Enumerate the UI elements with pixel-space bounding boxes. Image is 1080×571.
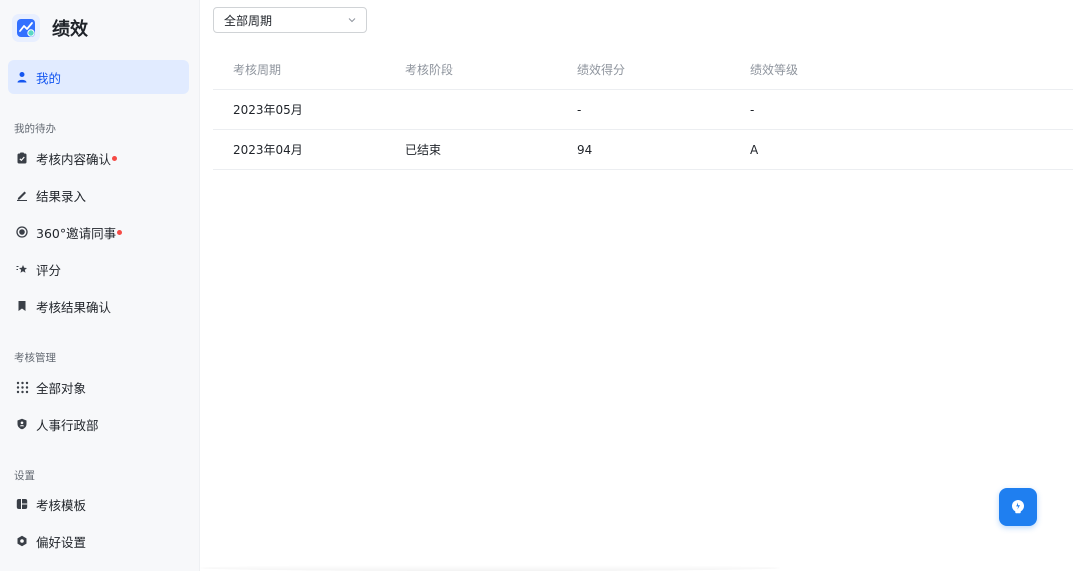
notification-dot: [112, 155, 118, 161]
grid-icon: [15, 380, 29, 394]
period-select[interactable]: 全部周期: [213, 7, 367, 33]
chevron-down-icon: [348, 18, 356, 23]
sidebar-item-all-objects[interactable]: 全部对象: [8, 370, 189, 404]
settings-icon: [15, 534, 29, 548]
lightbulb-icon: [1012, 500, 1024, 514]
target-icon: [15, 225, 29, 239]
sidebar-item-label: 考核内容确认: [36, 151, 112, 167]
sidebar-item-preferences[interactable]: 偏好设置: [8, 524, 189, 558]
sidebar-item-360-invite[interactable]: 360°邀请同事: [8, 215, 189, 249]
sidebar-item-label: 360°邀请同事: [36, 225, 117, 241]
sidebar-item-scoring[interactable]: 评分: [8, 252, 189, 286]
cell-period: 2023年04月: [233, 143, 303, 157]
sidebar: 绩效 我的 我的待办 考核内容确认 结果录入 360°邀请同事 评分 考核结果确…: [0, 0, 200, 571]
brand: 绩效: [12, 14, 88, 42]
cell-score: 94: [577, 142, 593, 157]
section-title-settings: 设置: [14, 470, 35, 482]
help-fab-button[interactable]: [999, 488, 1037, 526]
shield-icon: [15, 417, 29, 431]
cell-period: 2023年05月: [233, 103, 303, 117]
sidebar-item-templates[interactable]: 考核模板: [8, 487, 189, 521]
notification-dot: [117, 229, 123, 235]
star-icon: [15, 262, 29, 276]
bottom-shadow: [200, 565, 780, 571]
template-icon: [15, 497, 29, 511]
cell-stage: 已结束: [405, 143, 442, 157]
sidebar-item-label: 考核结果确认: [36, 299, 112, 315]
section-title-todo: 我的待办: [14, 123, 56, 135]
sidebar-item-result-entry[interactable]: 结果录入: [8, 178, 189, 212]
sidebar-item-mine[interactable]: 我的: [8, 60, 189, 94]
sidebar-item-hr-department[interactable]: 人事行政部: [8, 407, 189, 441]
cell-grade: A: [750, 142, 759, 157]
sidebar-item-label: 全部对象: [36, 380, 87, 396]
chart-logo-icon: [12, 14, 40, 42]
person-icon: [15, 70, 29, 84]
period-select-value: 全部周期: [224, 13, 273, 28]
pen-icon: [15, 188, 29, 202]
bookmark-icon: [15, 299, 29, 313]
cell-score: -: [577, 102, 582, 117]
column-header-score: 绩效得分: [577, 63, 626, 77]
sidebar-item-label: 偏好设置: [36, 534, 87, 550]
column-header-grade: 绩效等级: [750, 63, 799, 77]
main-content: 全部周期 考核周期 考核阶段 绩效得分 绩效等级 2023年05月 - - 20…: [200, 0, 1080, 571]
column-header-period: 考核周期: [233, 63, 282, 77]
cell-grade: -: [750, 102, 755, 117]
sidebar-item-label: 考核模板: [36, 497, 87, 513]
table-row[interactable]: 2023年05月 - -: [213, 90, 1073, 130]
column-header-stage: 考核阶段: [405, 63, 454, 77]
sidebar-item-label: 我的: [36, 70, 62, 86]
table-row[interactable]: 2023年04月 已结束 94 A: [213, 130, 1073, 170]
table-header-row: 考核周期 考核阶段 绩效得分 绩效等级: [213, 50, 1073, 90]
clipboard-icon: [15, 151, 29, 165]
sidebar-item-result-confirm[interactable]: 考核结果确认: [8, 289, 189, 323]
section-title-management: 考核管理: [14, 352, 56, 364]
sidebar-item-label: 结果录入: [36, 188, 87, 204]
app-title: 绩效: [52, 19, 88, 40]
sidebar-item-label: 评分: [36, 262, 62, 278]
sidebar-item-label: 人事行政部: [36, 417, 99, 433]
performance-table: 考核周期 考核阶段 绩效得分 绩效等级 2023年05月 - - 2023年04…: [213, 50, 1073, 170]
sidebar-item-content-confirm[interactable]: 考核内容确认: [8, 141, 189, 175]
